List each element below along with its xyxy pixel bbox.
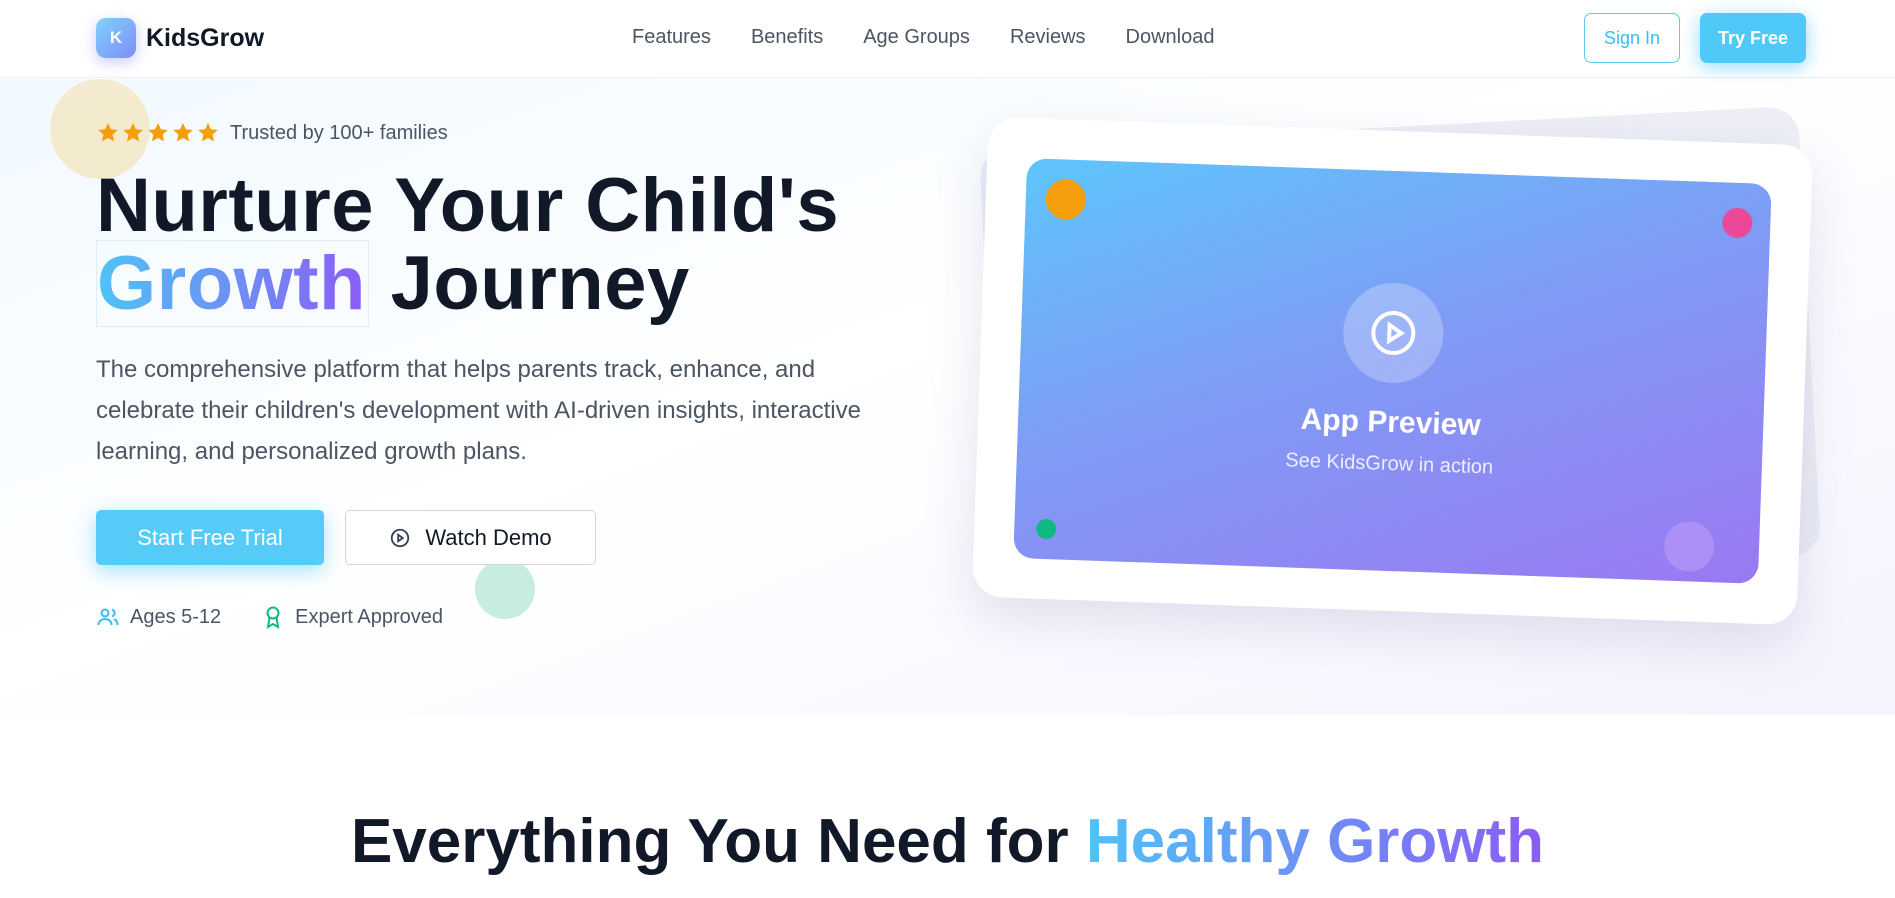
hero-section: Trusted by 100+ families Nurture Your Ch… <box>0 79 1895 715</box>
start-free-trial-button[interactable]: Start Free Trial <box>96 510 324 565</box>
badge-ages-label: Ages 5-12 <box>130 605 222 628</box>
app-preview-card[interactable]: App Preview See KidsGrow in action <box>971 116 1814 626</box>
decorative-dot <box>1035 518 1057 540</box>
watch-demo-label: Watch Demo <box>425 524 552 550</box>
rating-row: Trusted by 100+ families <box>96 121 448 145</box>
section-title-highlight: Healthy Growth <box>1085 807 1545 876</box>
watch-demo-button[interactable]: Watch Demo <box>345 510 596 565</box>
app-preview-screen[interactable]: App Preview See KidsGrow in action <box>1013 158 1772 584</box>
headline-line1: Nurture Your Child's <box>96 163 840 248</box>
star-rating <box>96 121 220 145</box>
nav-link-benefits[interactable]: Benefits <box>751 26 823 49</box>
features-section-title: Everything You Need for Healthy Growth <box>0 806 1895 877</box>
star-icon <box>173 123 193 142</box>
nav-menu: Features Benefits Age Groups Reviews Dow… <box>632 26 1214 49</box>
play-button[interactable] <box>1341 281 1446 385</box>
star-icon <box>198 123 218 142</box>
decorative-dot <box>1045 178 1087 221</box>
hero-headline: Nurture Your Child's Growth Journey <box>96 167 839 327</box>
brand-name: KidsGrow <box>146 23 265 52</box>
play-icon <box>1371 311 1416 356</box>
logo[interactable]: K KidsGrow <box>96 18 264 58</box>
logo-mark: K <box>96 18 136 58</box>
decorative-blob <box>475 559 535 619</box>
award-icon <box>266 606 280 629</box>
decorative-dot <box>1663 520 1715 573</box>
users-icon <box>97 608 119 626</box>
star-icon <box>98 123 118 142</box>
nav-link-download[interactable]: Download <box>1126 26 1215 49</box>
top-nav: K KidsGrow Features Benefits Age Groups … <box>0 0 1895 78</box>
play-circle-icon <box>391 528 410 547</box>
nav-link-reviews[interactable]: Reviews <box>1010 26 1086 49</box>
hero-description: The comprehensive platform that helps pa… <box>96 356 861 465</box>
badge-expert-label: Expert Approved <box>295 605 444 628</box>
try-free-button[interactable]: Try Free <box>1700 13 1806 63</box>
rating-text: Trusted by 100+ families <box>230 121 448 144</box>
badge-ages: Ages 5-12 <box>96 605 221 629</box>
sign-in-button[interactable]: Sign In <box>1584 13 1680 63</box>
headline-rest: Journey <box>390 241 690 326</box>
badge-expert: Expert Approved <box>261 605 443 629</box>
headline-highlight: Growth <box>96 240 369 327</box>
decorative-dot <box>1721 207 1753 239</box>
star-icon <box>123 123 143 142</box>
hero-badges: Ages 5-12 Expert Approved <box>96 605 443 629</box>
nav-link-features[interactable]: Features <box>632 26 711 49</box>
nav-link-age-groups[interactable]: Age Groups <box>863 26 970 49</box>
star-icon <box>148 123 168 142</box>
section-title-prefix: Everything You Need for <box>350 807 1086 876</box>
